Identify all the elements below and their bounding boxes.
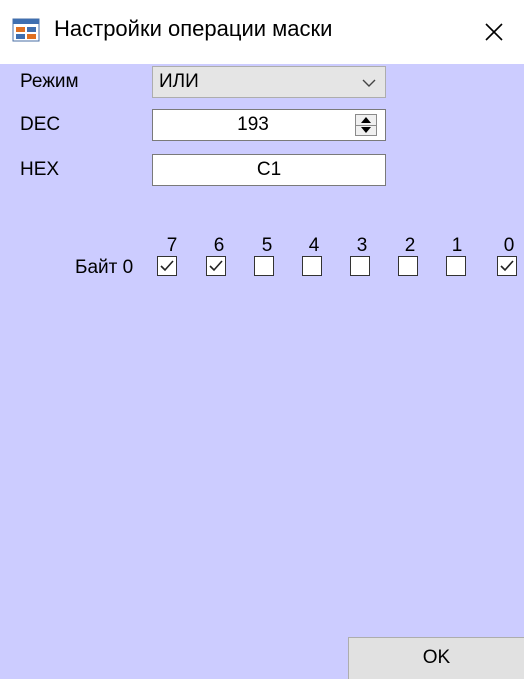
check-icon [500, 260, 514, 272]
ok-button[interactable]: OK [348, 637, 524, 679]
triangle-up-icon [361, 117, 371, 123]
bit-5-checkbox[interactable] [254, 256, 274, 276]
mask-operation-settings-window: Настройки операции маски Режим ИЛИ DEC 1… [0, 0, 524, 679]
bit-number-4: 4 [308, 235, 320, 256]
dec-label: DEC [20, 114, 61, 135]
dec-numeric-field[interactable]: 193 [152, 109, 386, 141]
check-icon [209, 260, 223, 272]
close-icon [485, 23, 503, 41]
bit-7-checkbox[interactable] [157, 256, 177, 276]
close-button[interactable] [464, 0, 524, 64]
bit-2-checkbox[interactable] [398, 256, 418, 276]
bit-number-6: 6 [213, 235, 225, 256]
app-window-icon [12, 16, 40, 44]
bit-number-5: 5 [261, 235, 273, 256]
bit-4-checkbox[interactable] [302, 256, 322, 276]
mode-select-value: ИЛИ [159, 71, 199, 92]
bit-number-2: 2 [404, 235, 416, 256]
dec-value: 193 [237, 114, 269, 135]
title-bar: Настройки операции маски [0, 0, 524, 64]
hex-value: C1 [256, 159, 282, 180]
window-title: Настройки операции маски [54, 16, 333, 41]
chevron-down-icon [361, 75, 377, 91]
bit-number-1: 1 [451, 235, 463, 256]
triangle-down-icon [361, 127, 371, 133]
bit-number-3: 3 [356, 235, 368, 256]
dec-spinner[interactable] [355, 114, 377, 136]
bit-number-0: 0 [503, 235, 515, 256]
bit-6-checkbox[interactable] [206, 256, 226, 276]
byte-0-label: Байт 0 [75, 257, 134, 278]
check-icon [160, 260, 174, 272]
bit-0-checkbox[interactable] [497, 256, 517, 276]
mode-select[interactable]: ИЛИ [152, 66, 386, 98]
mode-label: Режим [20, 71, 79, 92]
bit-3-checkbox[interactable] [350, 256, 370, 276]
bit-1-checkbox[interactable] [446, 256, 466, 276]
spin-down-button[interactable] [356, 125, 376, 135]
bit-number-7: 7 [166, 235, 178, 256]
hex-input[interactable]: C1 [152, 154, 386, 186]
hex-label: HEX [20, 159, 60, 180]
